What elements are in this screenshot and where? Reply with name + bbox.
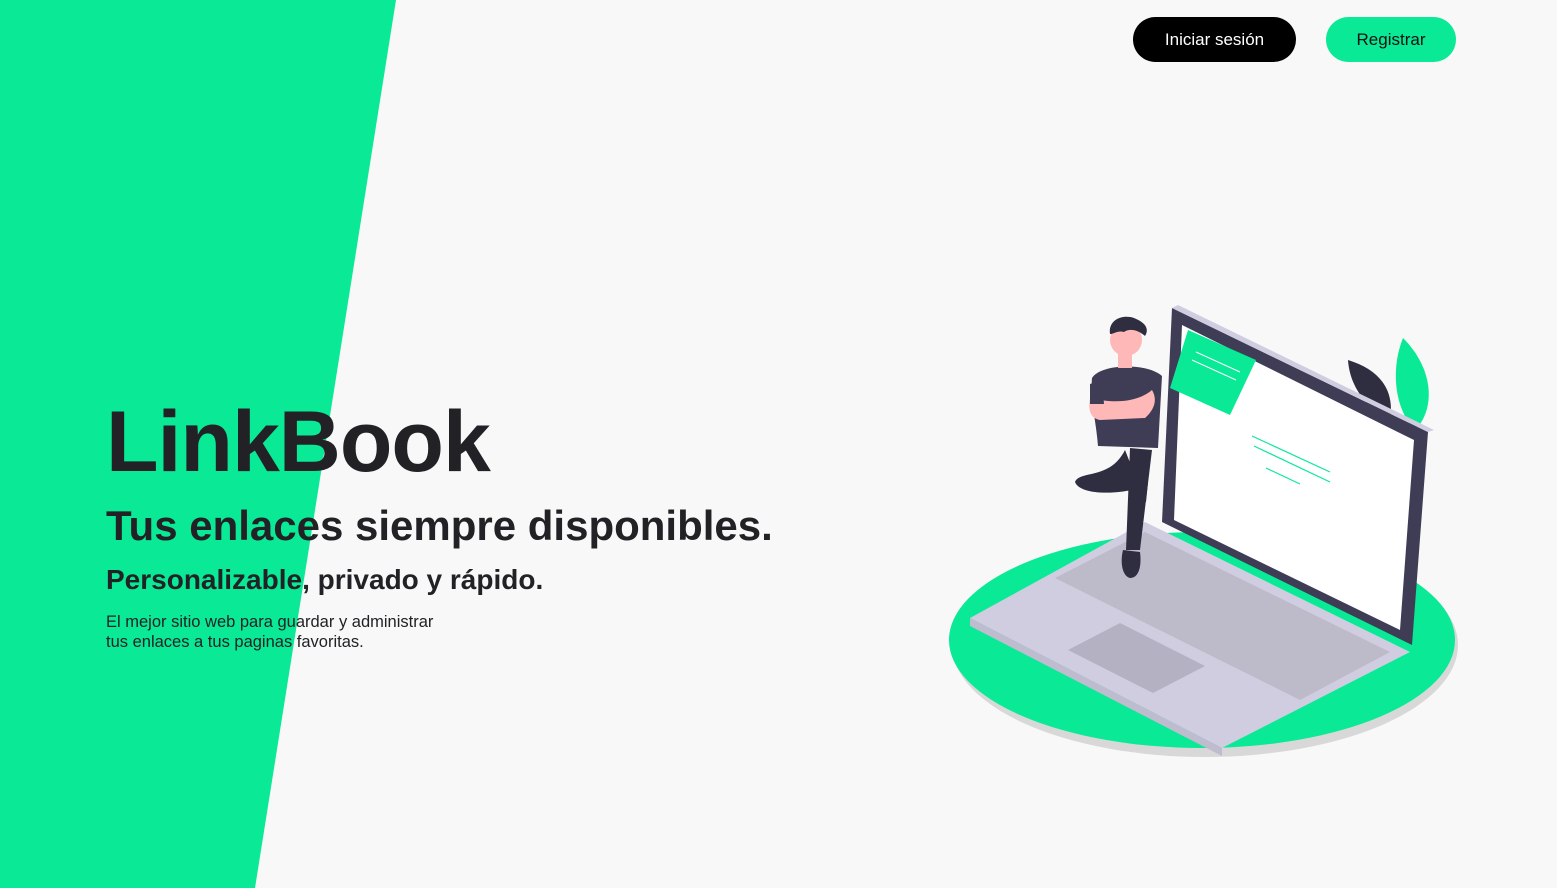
register-button[interactable]: Registrar (1326, 17, 1456, 62)
top-nav: Iniciar sesión Registrar (1133, 17, 1456, 62)
brand-title: LinkBook (106, 394, 491, 490)
hero-section: LinkBook Tus enlaces siempre disponibles… (106, 392, 773, 652)
person-with-laptop-illustration (949, 305, 1458, 757)
person-sleeve (1090, 380, 1104, 404)
hero-subtitle: Tus enlaces siempre disponibles. (106, 502, 773, 549)
hero-description-line1: El mejor sitio web para guardar y admini… (106, 613, 434, 631)
landing-page: Iniciar sesión Registrar LinkBook Tus en… (0, 0, 1557, 888)
person-shoe-back (1135, 480, 1148, 502)
login-button[interactable]: Iniciar sesión (1133, 17, 1296, 62)
hero-description: El mejor sitio web para guardar y admini… (106, 612, 466, 652)
hero-tagline: Personalizable, privado y rápido. (106, 564, 544, 595)
hero-description-line2: tus enlaces a tus paginas favoritas. (106, 633, 364, 651)
